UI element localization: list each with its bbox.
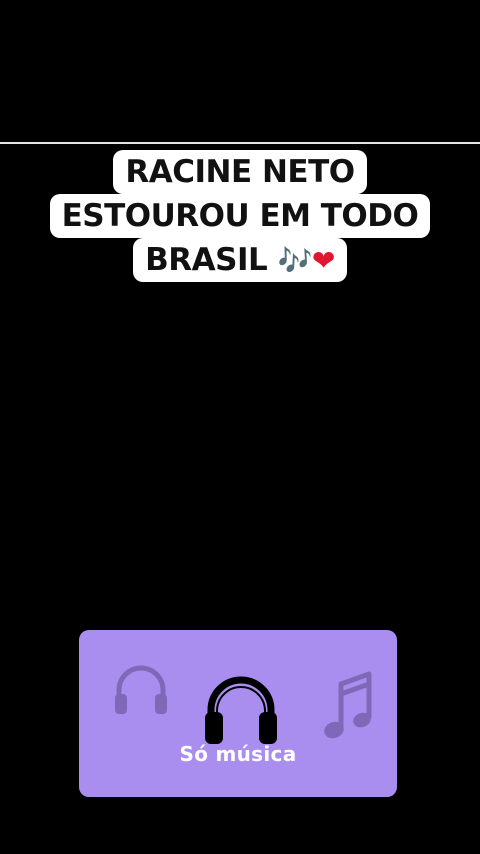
caption-line-2: ESTOUROU EM TODO <box>49 194 431 238</box>
heart-emoji: ❤ <box>311 244 335 277</box>
video-caption: RACINE NETO ESTOUROU EM TODO BRASIL 🎶❤ <box>0 150 480 282</box>
headphones-icon <box>205 676 277 744</box>
top-divider <box>0 142 480 144</box>
caption-line-3: BRASIL 🎶❤ <box>133 238 347 282</box>
caption-line-3-text: BRASIL <box>145 242 268 278</box>
card-label: Só música <box>179 742 297 766</box>
caption-line-1: RACINE NETO <box>113 150 367 194</box>
music-notes-emoji: 🎶 <box>277 244 313 277</box>
music-sticker-card[interactable]: Só música <box>79 630 397 797</box>
headphones-icon <box>115 665 167 714</box>
music-note-icon <box>324 671 372 739</box>
